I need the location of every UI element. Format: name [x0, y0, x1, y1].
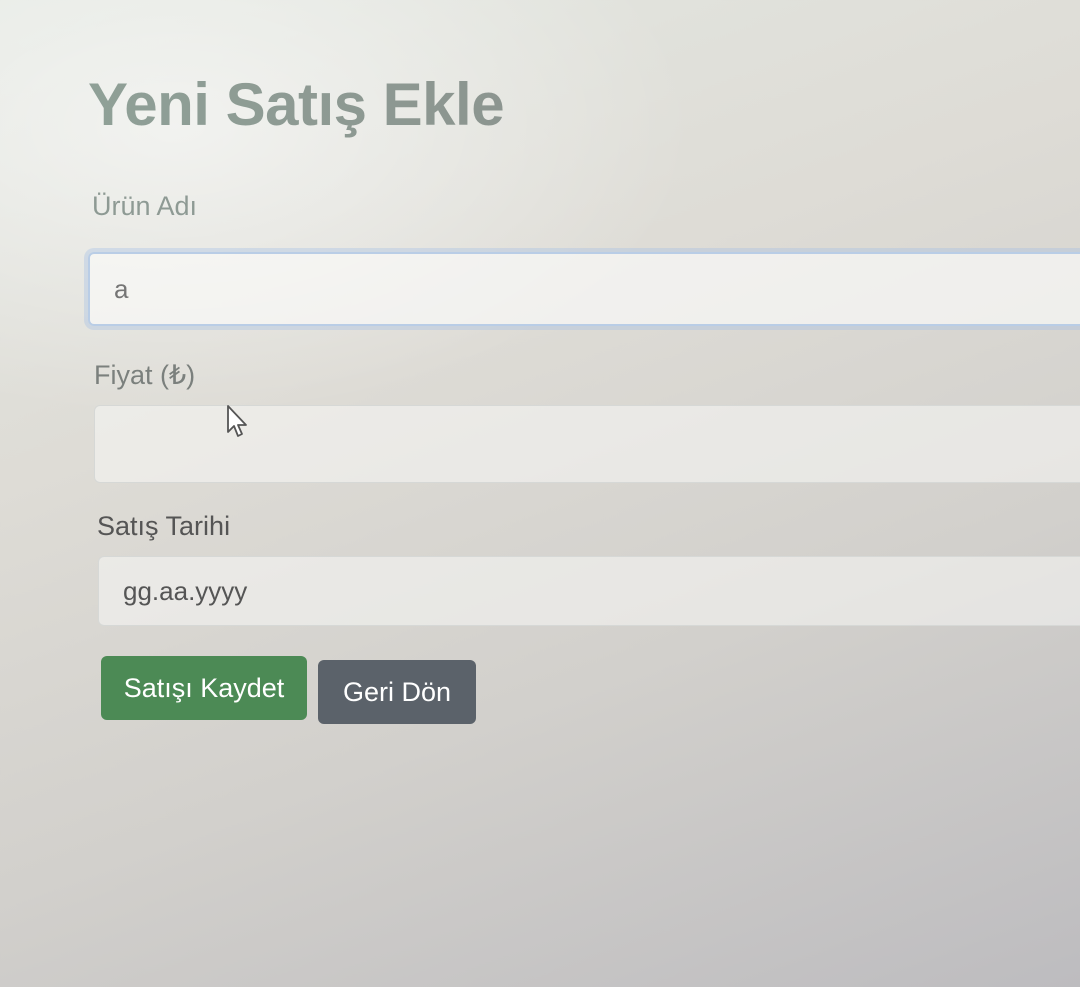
product-name-input[interactable]	[88, 252, 1080, 326]
back-button[interactable]: Geri Dön	[318, 660, 476, 724]
save-sale-button[interactable]: Satışı Kaydet	[101, 656, 307, 720]
price-label: Fiyat (₺)	[94, 360, 196, 390]
sale-date-input[interactable]	[98, 556, 1080, 626]
page-title: Yeni Satış Ekle	[88, 70, 1080, 139]
sale-date-group: Satış Tarihi	[88, 511, 1080, 626]
sale-date-label: Satış Tarihi	[97, 511, 231, 541]
mouse-pointer-icon	[227, 405, 247, 437]
new-sale-form: Yeni Satış Ekle Ürün Adı Fiyat (₺) Satış…	[88, 70, 1080, 724]
form-actions: Satışı Kaydet Geri Dön	[101, 656, 1080, 724]
product-name-label: Ürün Adı	[92, 191, 198, 221]
product-name-group: Ürün Adı	[88, 191, 1080, 326]
